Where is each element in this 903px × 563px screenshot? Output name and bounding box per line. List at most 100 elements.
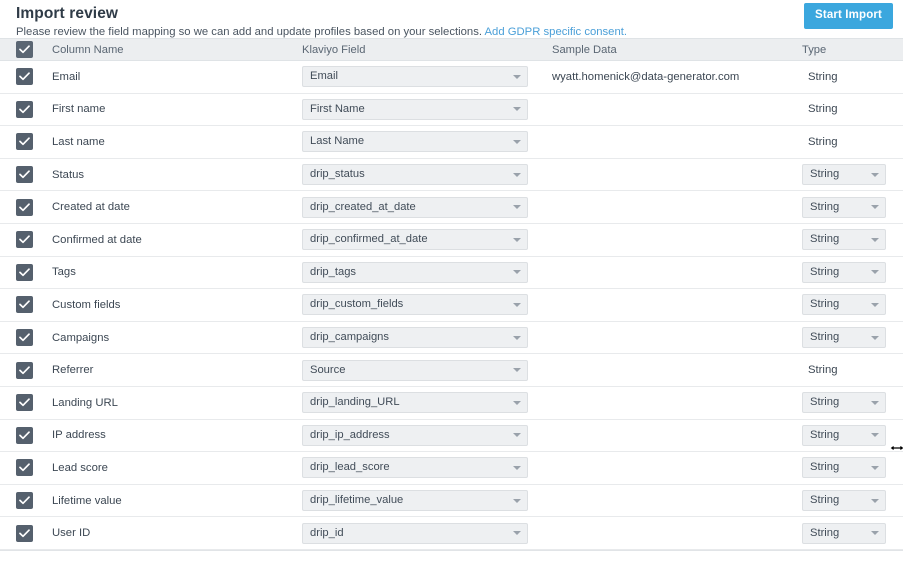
klaviyo-field-select[interactable]: drip_lifetime_value xyxy=(302,490,528,512)
row-checkbox[interactable] xyxy=(16,426,33,444)
row-checkbox[interactable] xyxy=(16,361,33,379)
table-row: Campaigns drip_campaigns String xyxy=(0,321,903,354)
field-mapping-table: Column Name Klaviyo Field Sample Data Ty… xyxy=(0,38,903,550)
klaviyo-field-select-value: drip_id xyxy=(310,526,344,539)
klaviyo-field-select[interactable]: drip_custom_fields xyxy=(302,294,528,316)
klaviyo-field-select[interactable]: drip_lead_score xyxy=(302,457,528,479)
column-name-cell: Status xyxy=(52,168,85,181)
table-row: Last name Last Name String xyxy=(0,125,903,159)
row-checkbox-wrap xyxy=(0,524,33,542)
klaviyo-field-select[interactable]: drip_created_at_date xyxy=(302,196,528,218)
klaviyo-field-select[interactable]: Last Name xyxy=(302,131,528,153)
row-checkbox[interactable] xyxy=(16,133,33,151)
type-value: String xyxy=(808,364,838,377)
row-checkbox-cell xyxy=(0,484,52,517)
row-checkbox[interactable] xyxy=(16,231,33,249)
sample-data-cell xyxy=(552,126,802,159)
klaviyo-field-select[interactable]: drip_landing_URL xyxy=(302,392,528,414)
column-name-cell: Created at date xyxy=(52,201,130,214)
type-value: String xyxy=(808,135,838,148)
klaviyo-field-select[interactable]: drip_tags xyxy=(302,261,528,283)
table-row: Created at date drip_created_at_date Strin… xyxy=(0,190,903,224)
klaviyo-field-select[interactable]: First Name xyxy=(302,98,528,120)
row-checkbox[interactable] xyxy=(16,166,33,184)
type-select[interactable]: String xyxy=(802,294,886,316)
sample-data-cell xyxy=(552,386,802,419)
type-select[interactable]: String xyxy=(802,229,886,251)
chevron-down-icon xyxy=(513,465,521,470)
klaviyo-field-select[interactable]: drip_ip_address xyxy=(302,424,528,446)
type-cell: String xyxy=(802,517,903,550)
type-select[interactable]: String xyxy=(802,392,886,414)
row-checkbox[interactable] xyxy=(16,329,33,347)
klaviyo-field-cell: drip_campaigns xyxy=(302,321,552,354)
row-checkbox-cell xyxy=(0,321,52,354)
chevron-down-icon xyxy=(513,368,521,373)
klaviyo-field-select-value: drip_lifetime_value xyxy=(310,494,404,507)
klaviyo-field-select-value: First Name xyxy=(310,102,365,115)
row-checkbox[interactable] xyxy=(16,263,33,281)
table-row: Landing URL drip_landing_URL String xyxy=(0,386,903,420)
klaviyo-field-select[interactable]: drip_status xyxy=(302,164,528,186)
klaviyo-field-select[interactable]: Email xyxy=(302,66,528,88)
klaviyo-field-select[interactable]: drip_campaigns xyxy=(302,327,528,349)
type-cell: String xyxy=(802,386,903,419)
chevron-down-icon xyxy=(513,302,521,307)
chevron-down-icon xyxy=(513,498,521,503)
chevron-down-icon xyxy=(871,465,879,470)
type-select[interactable]: String xyxy=(802,261,886,283)
type-select[interactable]: String xyxy=(802,196,886,218)
klaviyo-field-select[interactable]: Source xyxy=(302,359,528,381)
type-select[interactable]: String xyxy=(802,490,886,512)
table-row: User ID drip_id String xyxy=(0,516,903,550)
chevron-down-icon xyxy=(513,335,521,340)
column-name-cell: User ID xyxy=(52,527,91,540)
row-checkbox[interactable] xyxy=(16,459,33,477)
row-checkbox-wrap xyxy=(0,296,33,314)
add-gdpr-consent-link[interactable]: Add GDPR specific consent. xyxy=(485,26,628,38)
row-checkbox[interactable] xyxy=(16,492,33,510)
row-checkbox[interactable] xyxy=(16,198,33,216)
row-checkbox-wrap xyxy=(0,492,33,510)
type-cell: String xyxy=(802,321,903,354)
sample-data-cell xyxy=(552,289,802,322)
row-checkbox[interactable] xyxy=(16,68,33,86)
sample-data-cell xyxy=(552,517,802,550)
row-checkbox-wrap xyxy=(0,459,33,477)
klaviyo-field-cell: drip_lifetime_value xyxy=(302,484,552,517)
type-cell: String xyxy=(802,126,903,159)
table-row: Lead score drip_lead_score String xyxy=(0,451,903,485)
chevron-down-icon xyxy=(871,433,879,438)
start-import-button[interactable]: Start Import xyxy=(804,3,893,29)
klaviyo-field-cell: drip_ip_address xyxy=(302,419,552,452)
chevron-down-icon xyxy=(871,237,879,242)
row-checkbox[interactable] xyxy=(16,296,33,314)
row-checkbox[interactable] xyxy=(16,524,33,542)
table-row: Status drip_status String xyxy=(0,158,903,191)
type-select[interactable]: String xyxy=(802,164,886,186)
type-select[interactable]: String xyxy=(802,522,886,544)
chevron-down-icon xyxy=(513,531,521,536)
column-name-cell: Lifetime value xyxy=(52,494,122,507)
select-all-checkbox[interactable] xyxy=(16,41,33,58)
klaviyo-field-select[interactable]: drip_confirmed_at_date xyxy=(302,229,528,251)
column-name-header: Column Name xyxy=(52,38,302,61)
row-checkbox[interactable] xyxy=(16,100,33,118)
type-cell: String xyxy=(802,158,903,191)
row-checkbox-wrap xyxy=(0,329,33,347)
klaviyo-field-select[interactable]: drip_id xyxy=(302,522,528,544)
klaviyo-field-select-value: drip_status xyxy=(310,168,365,181)
table-header-row: Column Name Klaviyo Field Sample Data Ty… xyxy=(0,38,903,61)
sample-data-cell xyxy=(552,484,802,517)
row-checkbox[interactable] xyxy=(16,394,33,412)
type-select[interactable]: String xyxy=(802,327,886,349)
type-select[interactable]: String xyxy=(802,457,886,479)
sample-data-cell xyxy=(552,93,802,126)
type-select[interactable]: String xyxy=(802,424,886,446)
row-checkbox-cell xyxy=(0,419,52,452)
row-checkbox-wrap xyxy=(0,100,33,118)
table-row: Lifetime value drip_lifetime_value String xyxy=(0,484,903,517)
page-title: Import review xyxy=(16,5,119,22)
sample-data-cell xyxy=(552,452,802,485)
chevron-down-icon xyxy=(871,205,879,210)
